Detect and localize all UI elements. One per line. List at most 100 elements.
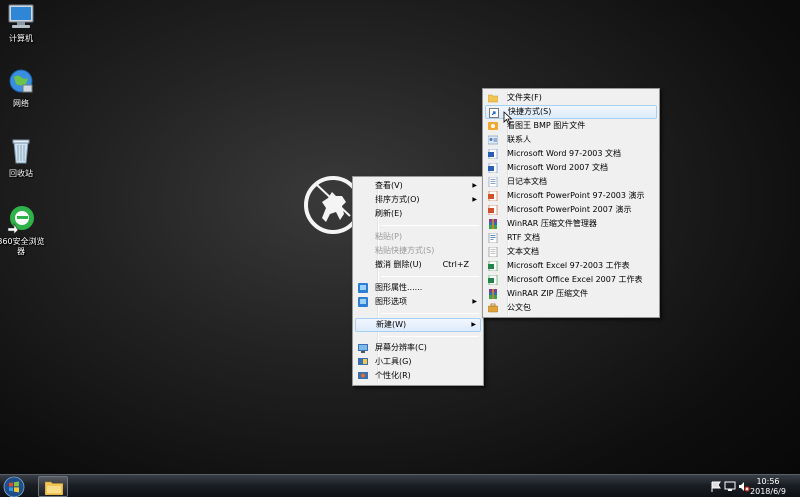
computer-icon [8, 4, 34, 28]
new-item-winrar[interactable]: WinRAR 压缩文件管理器 [485, 217, 657, 231]
new-item-journal[interactable]: 日记本文档 [485, 175, 657, 189]
menu-item-refresh[interactable]: 刷新(E) [355, 207, 481, 221]
word-icon [488, 163, 498, 173]
menu-item-label: 公文包 [507, 303, 531, 312]
shortcut-icon [489, 108, 499, 118]
menu-item-label: 查看(V) [375, 181, 403, 190]
menu-item-label: 个性化(R) [375, 371, 411, 380]
menu-item-label: 联系人 [507, 135, 531, 144]
screen-resolution-icon [358, 344, 368, 353]
desktop-icon-360-browser[interactable]: 360安全浏览器 [0, 204, 46, 257]
menu-item-label: Microsoft Word 97-2003 文档 [507, 149, 622, 158]
menu-item-label: 快捷方式(S) [508, 107, 552, 116]
menu-item-label: 屏幕分辨率(C) [375, 343, 427, 352]
bmp-icon [488, 122, 498, 130]
recycle-bin-icon [12, 139, 30, 164]
menu-separator [381, 225, 479, 226]
menu-item-graphics-properties[interactable]: 图形属性...... [355, 281, 481, 295]
taskbar: 10:56 2018/6/9 [0, 474, 800, 497]
menu-item-label: 排序方式(O) [375, 195, 420, 204]
excel-icon [488, 275, 498, 285]
system-tray: 10:56 2018/6/9 [700, 475, 800, 497]
menu-item-label: Microsoft Excel 97-2003 工作表 [507, 261, 630, 270]
menu-item-personalize[interactable]: 个性化(R) [355, 369, 481, 383]
menu-item-view[interactable]: 查看(V) ▶ [355, 179, 481, 193]
menu-item-gadgets[interactable]: 小工具(G) [355, 355, 481, 369]
new-item-powerpoint-2007[interactable]: Microsoft PowerPoint 2007 演示 [485, 203, 657, 217]
submenu-arrow-icon: ▶ [472, 182, 477, 189]
new-item-winrar-zip[interactable]: WinRAR ZIP 压缩文件 [485, 287, 657, 301]
menu-item-label: 图形属性...... [375, 283, 423, 292]
desktop-icon-label: 网络 [13, 99, 29, 108]
start-button-windows-orb-icon[interactable] [3, 476, 25, 497]
menu-item-screen-resolution[interactable]: 屏幕分辨率(C) [355, 341, 481, 355]
menu-item-new[interactable]: 新建(W) ▶ [355, 318, 481, 332]
menu-item-shortcut: Ctrl+Z [442, 260, 469, 269]
action-center-flag-icon[interactable] [710, 481, 722, 492]
menu-item-label: Microsoft Word 2007 文档 [507, 163, 608, 172]
menu-item-label: 粘贴快捷方式(S) [375, 246, 435, 255]
taskbar-windows-explorer-button[interactable] [38, 476, 68, 497]
desktop-icon-computer[interactable]: 计算机 [0, 3, 46, 44]
menu-item-undo-delete[interactable]: 撤消 删除(U) Ctrl+Z [355, 258, 481, 272]
explorer-folder-icon [45, 481, 63, 495]
briefcase-icon [488, 303, 498, 313]
new-item-briefcase[interactable]: 公文包 [485, 301, 657, 315]
360-browser-icon [7, 206, 34, 234]
mouse-pointer-icon [503, 111, 513, 125]
clock-date: 2018/6/9 [750, 487, 786, 496]
contact-icon [488, 135, 498, 145]
menu-item-label: 粘贴(P) [375, 232, 403, 241]
text-icon [488, 247, 498, 257]
network-globe-icon [9, 69, 33, 93]
menu-separator [381, 313, 479, 314]
desktop-icon-network[interactable]: 网络 [0, 68, 46, 109]
menu-item-label: Microsoft PowerPoint 2007 演示 [507, 205, 632, 214]
menu-item-label: 刷新(E) [375, 209, 403, 218]
new-item-word-97-2003[interactable]: Microsoft Word 97-2003 文档 [485, 147, 657, 161]
new-item-excel-97-2003[interactable]: Microsoft Excel 97-2003 工作表 [485, 259, 657, 273]
powerpoint-icon [488, 205, 498, 215]
submenu-arrow-icon: ▶ [472, 196, 477, 203]
network-icon[interactable] [724, 481, 736, 492]
menu-item-label: 文件夹(F) [507, 93, 542, 102]
menu-item-graphics-options[interactable]: 图形选项 ▶ [355, 295, 481, 309]
personalize-icon [358, 372, 368, 379]
new-item-excel-2007[interactable]: Microsoft Office Excel 2007 工作表 [485, 273, 657, 287]
menu-item-label: Microsoft PowerPoint 97-2003 演示 [507, 191, 645, 200]
clock-time: 10:56 [756, 477, 780, 486]
winrar-icon [489, 219, 497, 229]
menu-item-label: WinRAR 压缩文件管理器 [507, 219, 597, 228]
new-item-powerpoint-97-2003[interactable]: Microsoft PowerPoint 97-2003 演示 [485, 189, 657, 203]
new-item-folder[interactable]: 文件夹(F) [485, 91, 657, 105]
menu-item-label: WinRAR ZIP 压缩文件 [507, 289, 589, 298]
menu-item-label: 撤消 删除(U) [375, 260, 422, 269]
menu-item-label: 文本文档 [507, 247, 539, 256]
desktop-icon-recycle-bin[interactable]: 回收站 [0, 136, 46, 179]
graphics-properties-icon [358, 283, 368, 293]
journal-icon [488, 177, 498, 187]
menu-item-label: 日记本文档 [507, 177, 547, 186]
word-icon [488, 149, 498, 159]
new-item-word-2007[interactable]: Microsoft Word 2007 文档 [485, 161, 657, 175]
desktop-icon-label: 360安全浏览器 [0, 237, 45, 256]
menu-item-paste-shortcut[interactable]: 粘贴快捷方式(S) [355, 244, 481, 258]
new-item-contact[interactable]: 联系人 [485, 133, 657, 147]
powerpoint-icon [488, 191, 498, 201]
desktop-context-menu: 查看(V) ▶ 排序方式(O) ▶ 刷新(E) 粘贴(P) 粘贴快捷方式(S) … [352, 176, 484, 386]
menu-item-paste[interactable]: 粘贴(P) [355, 230, 481, 244]
new-item-text-document[interactable]: 文本文档 [485, 245, 657, 259]
menu-item-label: 图形选项 [375, 297, 407, 306]
menu-item-label: Microsoft Office Excel 2007 工作表 [507, 275, 643, 284]
excel-icon [488, 261, 498, 271]
taskbar-clock[interactable]: 10:56 2018/6/9 [746, 477, 790, 497]
new-item-rtf[interactable]: RTF 文档 [485, 231, 657, 245]
gadgets-icon [358, 358, 368, 365]
winrar-zip-icon [489, 289, 497, 299]
folder-icon [488, 94, 498, 103]
menu-item-label: RTF 文档 [507, 233, 541, 242]
menu-separator [381, 336, 479, 337]
menu-item-sort-by[interactable]: 排序方式(O) ▶ [355, 193, 481, 207]
rtf-icon [488, 233, 498, 243]
desktop-icon-label: 计算机 [9, 34, 33, 43]
